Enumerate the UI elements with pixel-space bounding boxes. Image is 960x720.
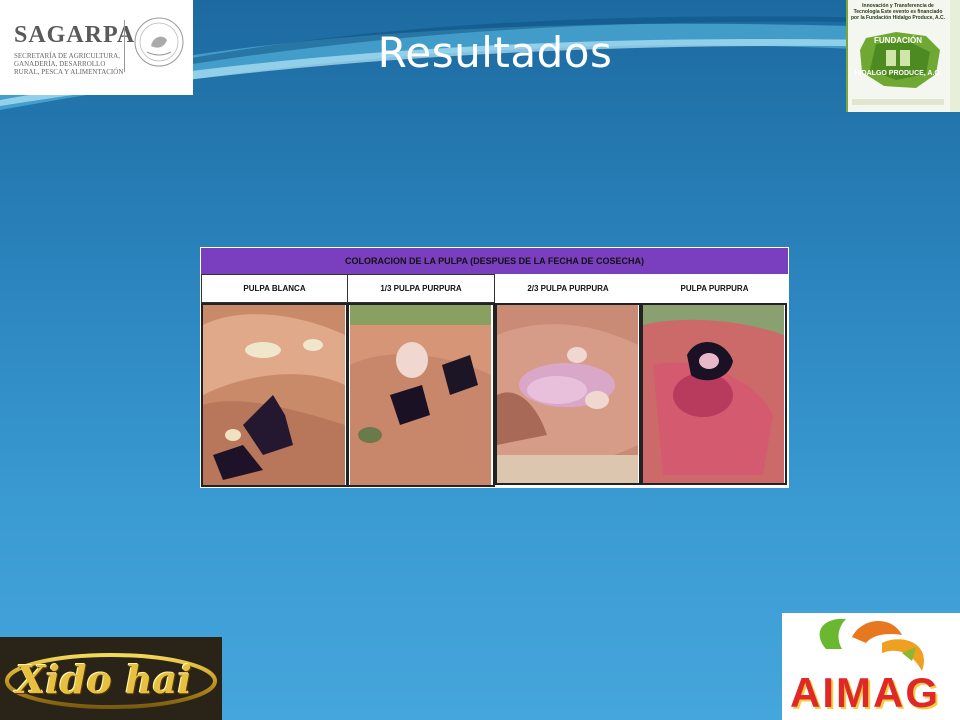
mexico-seal-icon [134,17,184,67]
sagarpa-wordmark: SAGARPA [14,22,136,48]
fundacion-label: FUNDACIÓN [874,36,922,45]
column-header-pulpa-purpura: PULPA PURPURA [641,274,788,303]
photo-frame-1 [201,303,348,487]
column-header-1-3-pulpa-purpura: 1/3 PULPA PURPURA [347,274,495,303]
photo-frame-2 [347,303,495,487]
figure-header: COLORACION DE LA PULPA (DESPUES DE LA FE… [201,248,788,274]
fundacion-label-2: HIDALGO PRODUCE, A.C. [854,70,942,77]
column-header-2-3-pulpa-purpura: 2/3 PULPA PURPURA [495,274,641,303]
column-header-pulpa-blanca: PULPA BLANCA [201,274,348,303]
sagarpa-divider [124,20,125,72]
fundacion-hidalgo-logo: Innovación y Transferencia de Tecnología… [846,0,952,112]
xido-hai-wordmark: Xido hai [16,657,192,702]
pulp-coloration-figure: COLORACION DE LA PULPA (DESPUES DE LA FE… [200,247,789,488]
fundacion-top-text: Innovación y Transferencia de Tecnología… [851,3,945,21]
photo-frame-4 [641,303,787,485]
xido-hai-logo: Xido hai [0,637,222,720]
photo-frame-3 [495,303,641,485]
sagarpa-logo: SAGARPA Secretaría de Agricultura, Ganad… [0,0,193,95]
aimag-wordmark: AIMAG [790,669,940,716]
sagarpa-subtitle: Secretaría de Agricultura, Ganadería, De… [14,52,124,76]
aimag-logo: AIMAG [782,613,960,720]
fundacion-side-strip [950,0,960,112]
fundacion-bottom-strip [852,99,944,105]
